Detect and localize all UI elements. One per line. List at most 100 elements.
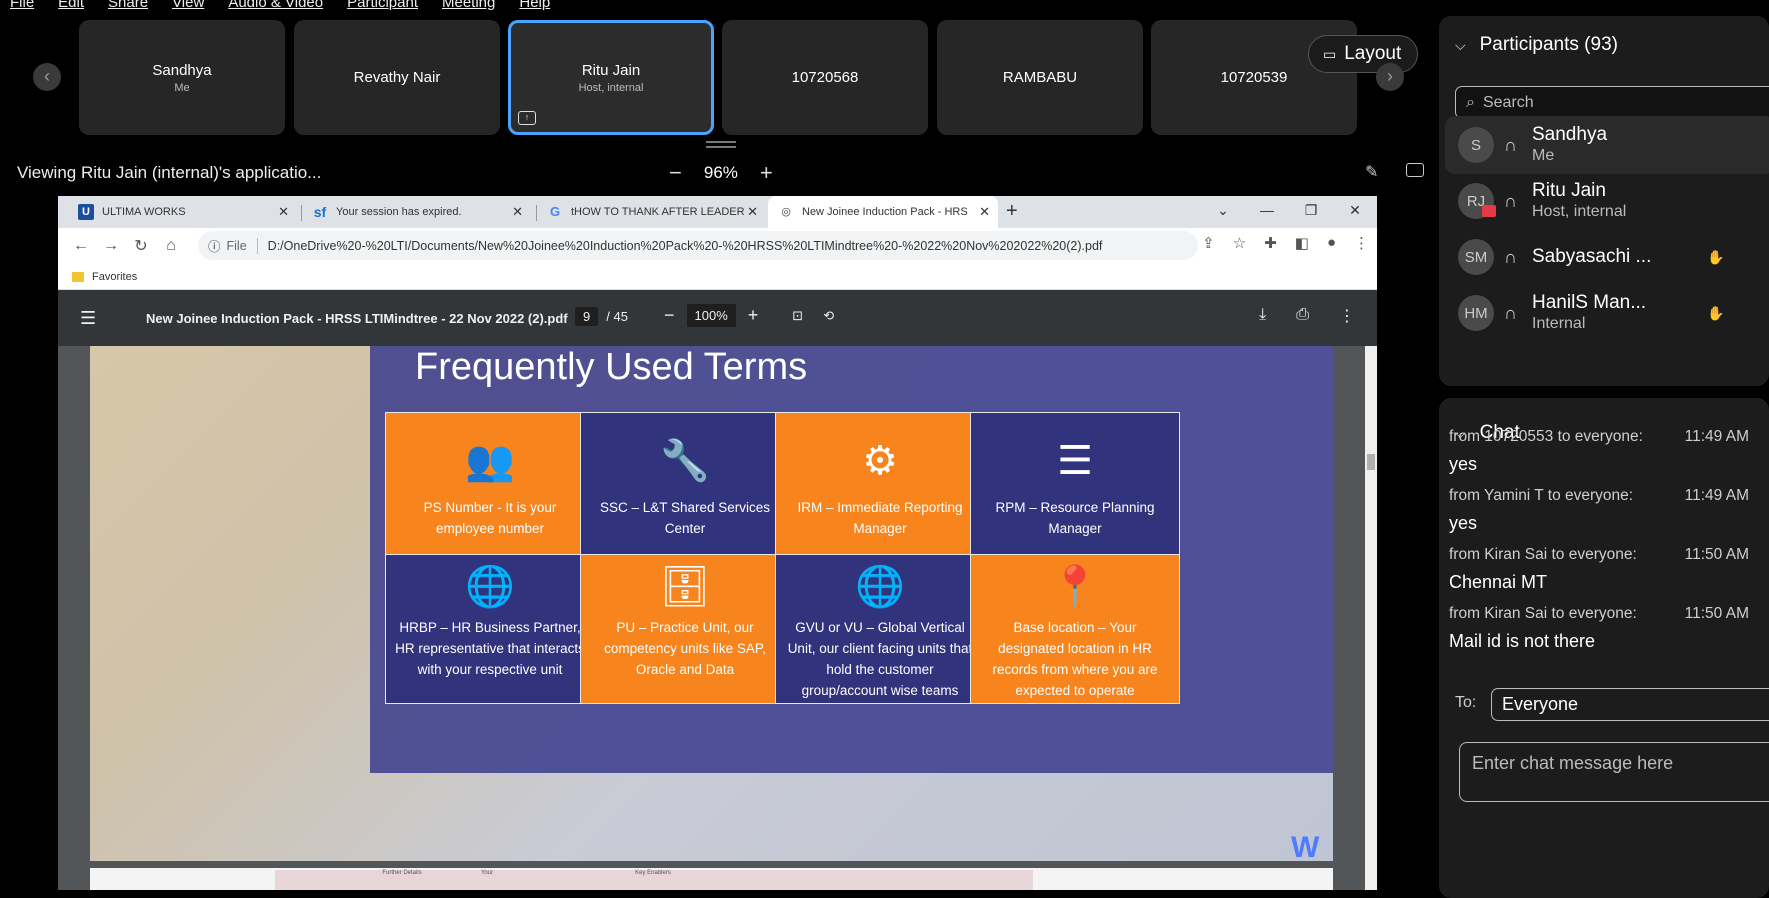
close-tab-icon[interactable]: ✕ xyxy=(278,204,289,220)
menu-audio-video[interactable]: Audio & Video xyxy=(228,0,323,12)
new-tab-button[interactable]: + xyxy=(1006,200,1018,223)
close-tab-icon[interactable]: ✕ xyxy=(979,204,990,220)
back-icon[interactable]: ← xyxy=(66,237,96,255)
tile-name: 10720539 xyxy=(1220,69,1288,86)
pdf-zoom-value[interactable]: 100% xyxy=(686,304,736,327)
participant-row[interactable]: HM ∩ HanilS Man... Internal ✋ xyxy=(1445,284,1769,342)
menu-participant[interactable]: Participant xyxy=(347,0,418,12)
headset-icon: ∩ xyxy=(1504,134,1517,155)
tab-search-icon[interactable]: ⌄ xyxy=(1201,196,1245,228)
participants-header[interactable]: ⌵ Participants (93) xyxy=(1455,34,1618,56)
minimize-icon[interactable]: — xyxy=(1245,196,1289,228)
menu-meeting[interactable]: Meeting xyxy=(442,0,495,12)
menu-file[interactable]: File xyxy=(10,0,34,12)
participant-row[interactable]: RJ ∩ Ritu Jain Host, internal xyxy=(1445,172,1769,230)
info-icon: ⓘ xyxy=(208,240,221,254)
share-icon[interactable]: ⇪ xyxy=(1202,234,1215,252)
rotate-icon[interactable]: ⟲ xyxy=(823,308,834,324)
pdf-viewport[interactable]: Frequently Used Terms 👥 PS Number - It is… xyxy=(58,346,1377,890)
zoom-out-button[interactable]: − xyxy=(669,160,682,186)
sharing-badge-icon xyxy=(1482,205,1496,217)
tab-label: New Joinee Induction Pack - HRS xyxy=(802,206,968,218)
scroll-thumb[interactable] xyxy=(1367,454,1375,470)
print-icon[interactable]: ⎙ xyxy=(1296,306,1309,326)
pdf-scrollbar[interactable] xyxy=(1365,346,1377,890)
headset-icon: ∩ xyxy=(1504,302,1517,323)
browser-tab[interactable]: U ULTIMA WORKS ✕ xyxy=(68,196,297,228)
restore-icon[interactable]: ❐ xyxy=(1289,196,1333,228)
raised-hand-icon: ✋ xyxy=(1707,304,1725,321)
pdf-actions: ⤓ ⎙ ⋮ xyxy=(1259,306,1355,326)
message-time: 11:49 AM xyxy=(1684,428,1749,445)
download-icon[interactable]: ⤓ xyxy=(1259,306,1266,326)
menu-help[interactable]: Help xyxy=(519,0,550,12)
extensions-icon[interactable]: ✚ xyxy=(1264,234,1277,252)
participant-row[interactable]: SM ∩ Sabyasachi ... ✋ xyxy=(1445,228,1769,286)
reload-icon[interactable]: ↻ xyxy=(126,236,156,256)
message-sender: from Kiran Sai to everyone: xyxy=(1449,546,1637,563)
chat-message: from 10720553 to everyone: 11:49 AM yes xyxy=(1449,428,1769,475)
search-placeholder: Search xyxy=(1482,93,1534,111)
sidepanel-icon[interactable]: ◧ xyxy=(1295,234,1309,252)
video-tile[interactable]: Sandhya Me xyxy=(79,20,285,135)
layout-button[interactable]: ▭ Layout xyxy=(1308,35,1418,73)
forward-icon[interactable]: → xyxy=(96,237,126,255)
page-input[interactable]: 9 xyxy=(575,307,599,326)
menu-icon[interactable]: ⋮ xyxy=(1354,234,1369,252)
participant-sub: Host, internal xyxy=(1532,203,1627,220)
profile-icon[interactable]: ● xyxy=(1327,234,1336,252)
avatar: SM xyxy=(1458,239,1494,275)
close-tab-icon[interactable]: ✕ xyxy=(512,204,523,220)
home-icon[interactable]: ⌂ xyxy=(156,237,186,255)
page-count: / 45 xyxy=(606,309,628,324)
hamburger-icon[interactable]: ☰ xyxy=(80,308,120,329)
menu-edit[interactable]: Edit xyxy=(58,0,84,12)
url-field[interactable]: ⓘ File D:/OneDrive%20-%20LTI/Documents/N… xyxy=(198,231,1198,260)
message-time: 11:49 AM xyxy=(1684,487,1749,504)
filmstrip-next-button[interactable]: › xyxy=(1376,63,1404,91)
menubar: File Edit Share View Audio & Video Parti… xyxy=(0,0,564,12)
folder-icon xyxy=(72,271,84,282)
term-icon: ☰ xyxy=(1057,439,1093,483)
participant-search-input[interactable]: ⌕ Search xyxy=(1455,86,1769,119)
pdf-zoom-out-button[interactable]: − xyxy=(664,305,675,326)
close-tab-icon[interactable]: ✕ xyxy=(747,204,758,220)
pdf-zoom-in-button[interactable]: + xyxy=(748,305,759,326)
recipient-select[interactable]: Everyone xyxy=(1491,688,1769,721)
video-tile[interactable]: 10720568 xyxy=(722,20,928,135)
participants-section: ⌵ Participants (93) ⌕ Search S ∩ Sandhya Me… xyxy=(1439,16,1769,386)
message-sender: from 10720553 to everyone: xyxy=(1449,428,1643,445)
browser-tab-active[interactable]: ◎ New Joinee Induction Pack - HRS ✕ xyxy=(768,196,998,228)
term-text: Base location – Your designated location… xyxy=(992,620,1158,698)
video-tile-active[interactable]: Ritu Jain Host, internal ↑ xyxy=(508,20,714,135)
term-card: 📍 Base location – Your designated locatio… xyxy=(970,554,1180,704)
browser-tab[interactable]: sf Your session has expired. ✕ xyxy=(302,196,531,228)
menu-share[interactable]: Share xyxy=(108,0,148,12)
star-icon[interactable]: ☆ xyxy=(1233,234,1246,252)
table-header-cell: Your xyxy=(443,870,531,890)
message-meta: from Kiran Sai to everyone: 11:50 AM xyxy=(1449,605,1769,623)
display-icon[interactable] xyxy=(1406,163,1424,177)
raised-hand-icon: ✋ xyxy=(1707,248,1725,265)
more-icon[interactable]: ⋮ xyxy=(1339,306,1355,326)
pdf-title: New Joinee Induction Pack - HRSS LTIMind… xyxy=(146,310,568,326)
participant-row[interactable]: S ∩ Sandhya Me xyxy=(1445,116,1769,174)
annotate-icon[interactable]: ✎ xyxy=(1365,162,1378,182)
video-tile[interactable]: RAMBABU xyxy=(937,20,1143,135)
favorites-link[interactable]: Favorites xyxy=(92,271,137,283)
close-window-icon[interactable]: ✕ xyxy=(1333,196,1377,228)
google-favicon: G xyxy=(549,204,561,219)
zoom-in-button[interactable]: + xyxy=(760,160,773,186)
menu-view[interactable]: View xyxy=(172,0,204,12)
term-text: PU – Practice Unit, our competency units… xyxy=(604,620,766,677)
browser-tab[interactable]: G tHOW TO THANK AFTER LEADER ✕ xyxy=(537,196,766,228)
pdf-toolbar: ☰ New Joinee Induction Pack - HRSS LTIMi… xyxy=(58,290,1377,346)
resize-grip[interactable] xyxy=(706,141,736,148)
term-icon: ⚙ xyxy=(862,439,898,483)
chat-input[interactable]: Enter chat message here xyxy=(1459,742,1769,802)
video-tile[interactable]: Revathy Nair xyxy=(294,20,500,135)
term-text: GVU or VU – Global Vertical Unit, our cl… xyxy=(787,620,973,698)
term-text: IRM – Immediate Reporting Manager xyxy=(797,500,963,536)
fit-page-icon[interactable]: ⊡ xyxy=(792,308,803,324)
filmstrip-prev-button[interactable]: ‹ xyxy=(33,63,61,91)
